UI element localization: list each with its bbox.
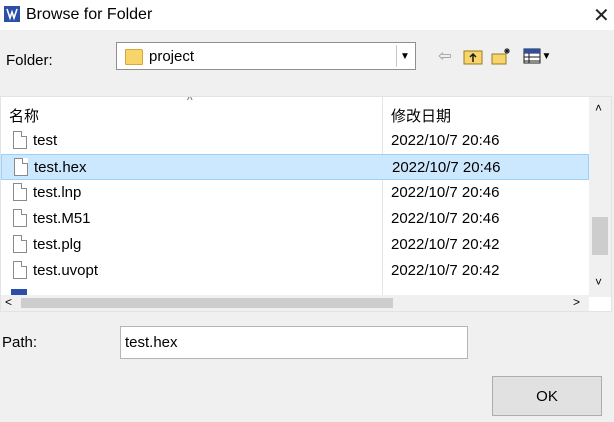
file-row-selected[interactable]: test.hex 2022/10/7 20:46 — [1, 154, 589, 180]
keil-app-icon — [4, 6, 20, 22]
file-row[interactable]: test.plg 2022/10/7 20:42 — [1, 232, 589, 258]
folder-icon — [125, 49, 143, 65]
vertical-scrollbar[interactable]: ˄ ˅ — [589, 97, 611, 297]
file-date: 2022/10/7 20:42 — [391, 262, 500, 279]
window-title: Browse for Folder — [26, 6, 153, 23]
scroll-left-icon[interactable]: < — [5, 295, 12, 309]
file-date: 2022/10/7 20:46 — [391, 184, 500, 201]
file-name: test.hex — [34, 159, 87, 176]
file-name: test — [33, 132, 58, 149]
file-list[interactable]: ^ 名称 修改日期 test 2022/10/7 20:46 test.hex … — [0, 96, 612, 312]
scroll-up-icon[interactable]: ˄ — [595, 101, 602, 115]
back-arrow-icon[interactable]: ⇦ — [434, 46, 456, 66]
horizontal-scroll-thumb[interactable] — [21, 298, 393, 308]
file-name: test.M51 — [33, 210, 91, 227]
file-icon — [13, 235, 27, 253]
vertical-scroll-thumb[interactable] — [592, 217, 608, 255]
ok-button[interactable]: OK — [492, 376, 602, 416]
file-name: test.plg — [33, 236, 82, 253]
file-icon — [13, 261, 27, 279]
file-row[interactable]: test.lnp 2022/10/7 20:46 — [1, 180, 589, 206]
folder-name: project — [149, 48, 195, 65]
path-input[interactable] — [120, 326, 468, 359]
view-dropdown-icon: ▼ — [541, 50, 552, 62]
dropdown-arrow-icon[interactable]: ▼ — [396, 45, 413, 67]
file-row[interactable]: test.uvopt 2022/10/7 20:42 — [1, 258, 589, 284]
close-icon[interactable]: ✕ — [593, 3, 610, 28]
column-header-name[interactable]: 名称 — [9, 105, 39, 126]
column-header-date-modified[interactable]: 修改日期 — [391, 105, 451, 126]
file-name: test.uvopt — [33, 262, 99, 279]
file-date: 2022/10/7 20:42 — [391, 236, 500, 253]
horizontal-scrollbar[interactable]: < > — [1, 295, 589, 311]
folder-label: Folder: — [6, 52, 53, 69]
file-name: test.lnp — [33, 184, 82, 201]
file-row[interactable]: test.M51 2022/10/7 20:46 — [1, 206, 589, 232]
scroll-right-icon[interactable]: > — [573, 295, 580, 309]
file-icon — [13, 183, 27, 201]
file-date: 2022/10/7 20:46 — [391, 210, 500, 227]
folder-dropdown[interactable]: project ▼ — [116, 42, 416, 70]
view-grid-icon — [523, 48, 541, 64]
view-menu-button[interactable]: ▼ — [520, 46, 554, 66]
file-icon — [14, 158, 28, 176]
scroll-down-icon[interactable]: ˅ — [595, 275, 602, 289]
file-row[interactable]: test 2022/10/7 20:46 — [1, 128, 589, 154]
sort-ascending-icon: ^ — [187, 96, 193, 107]
new-folder-icon[interactable] — [490, 46, 512, 66]
file-date: 2022/10/7 20:46 — [392, 159, 501, 176]
path-label: Path: — [2, 334, 38, 351]
up-folder-icon[interactable] — [462, 46, 484, 66]
file-icon — [13, 131, 27, 149]
file-date: 2022/10/7 20:46 — [391, 132, 500, 149]
file-icon — [13, 209, 27, 227]
